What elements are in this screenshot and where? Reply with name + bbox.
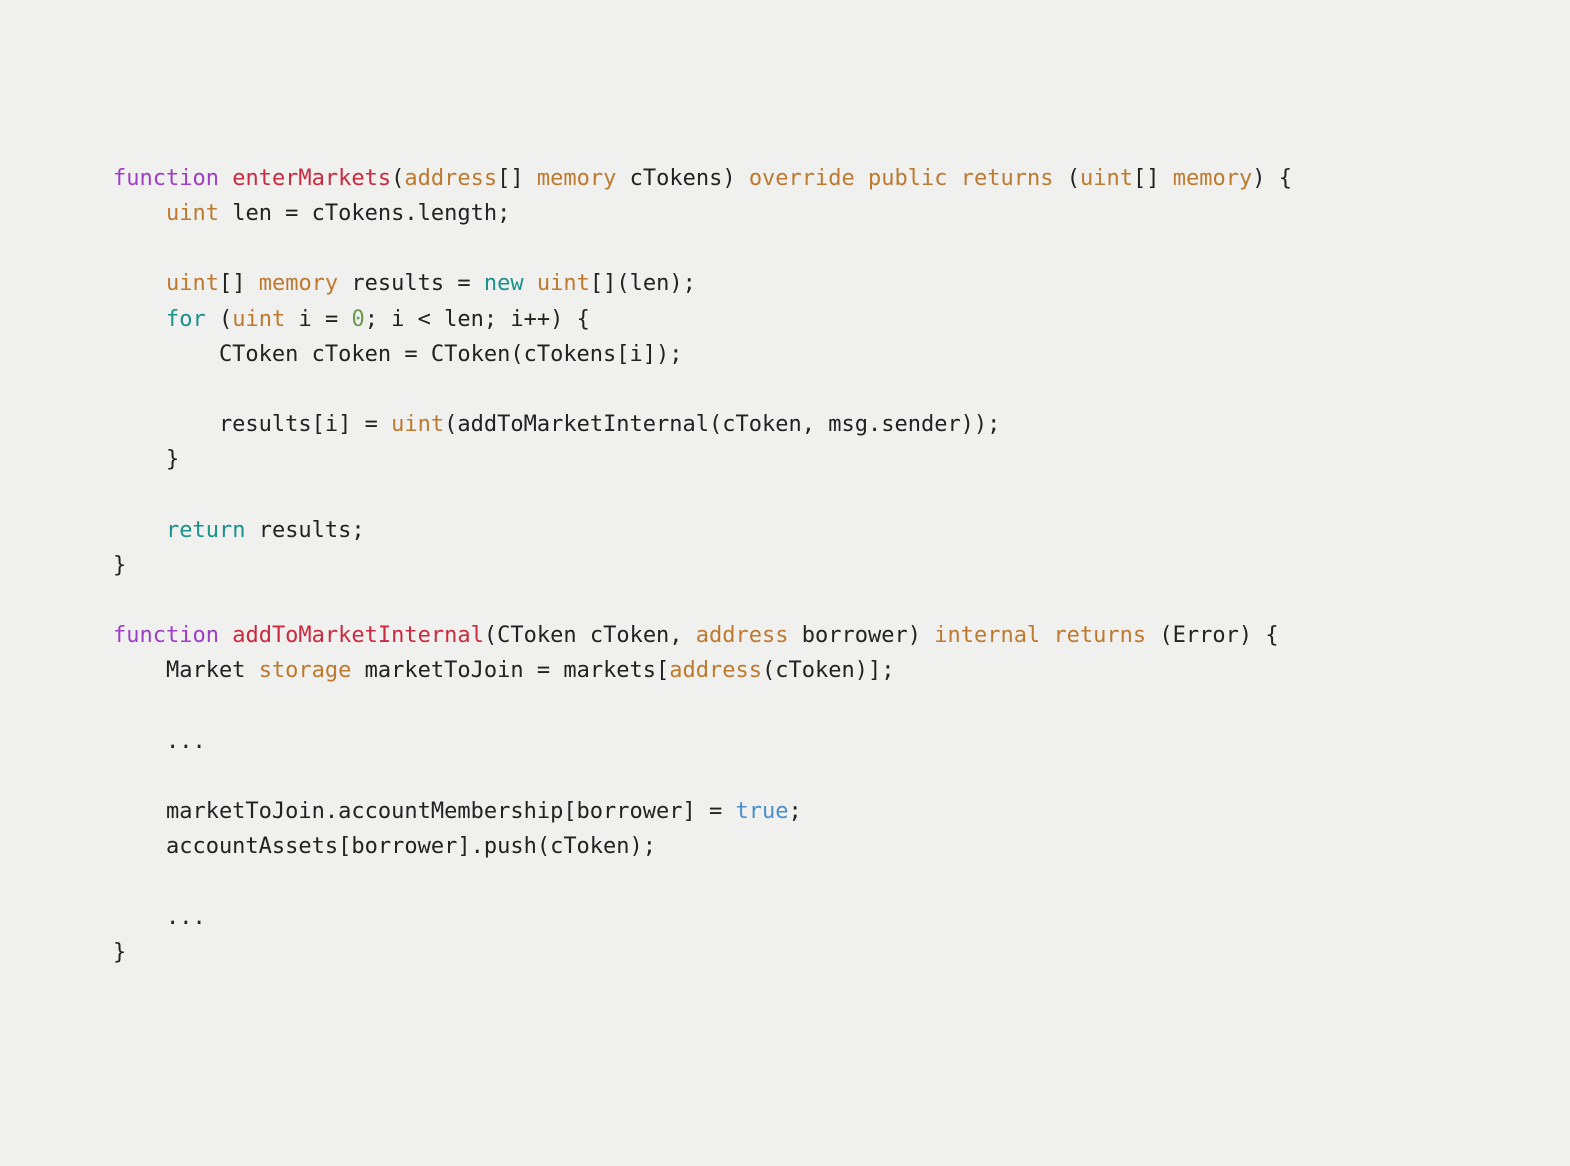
code-token: function — [113, 166, 219, 191]
code-token: ... — [60, 905, 206, 930]
code-token: i = — [285, 307, 351, 332]
code-token: override — [749, 166, 855, 191]
code-token: } — [60, 940, 126, 965]
code-token: uint — [537, 271, 590, 296]
code-token: return — [166, 518, 245, 543]
code-token: } — [60, 447, 179, 472]
code-token — [1040, 623, 1053, 648]
code-token: ; — [789, 799, 802, 824]
code-token: Market — [60, 658, 259, 683]
code-token: (addToMarketInternal(cToken, msg.sender)… — [444, 412, 1000, 437]
code-token: for — [166, 307, 206, 332]
code-token: uint — [166, 271, 219, 296]
code-token: marketToJoin.accountMembership[borrower]… — [60, 799, 736, 824]
code-token: marketToJoin = markets[ — [351, 658, 669, 683]
code-token: uint — [391, 412, 444, 437]
code-token: enterMarkets — [232, 166, 391, 191]
code-token: uint — [166, 201, 219, 226]
code-token: len = cTokens.length; — [219, 201, 510, 226]
code-token — [524, 271, 537, 296]
code-token: addToMarketInternal — [232, 623, 484, 648]
code-token: memory — [537, 166, 616, 191]
code-token: ( — [1053, 166, 1080, 191]
code-token: address — [404, 166, 497, 191]
code-token: [] — [497, 166, 537, 191]
code-token: ) { — [1252, 166, 1292, 191]
code-token — [60, 307, 166, 332]
code-token: CToken cToken = CToken(cTokens[i]); — [60, 342, 683, 367]
code-token: uint — [232, 307, 285, 332]
code-token — [60, 518, 166, 543]
code-token: results; — [245, 518, 364, 543]
code-token: address — [696, 623, 789, 648]
code-token — [60, 201, 166, 226]
code-block: function enterMarkets(address[] memory c… — [60, 161, 1510, 970]
code-token: borrower) — [789, 623, 935, 648]
code-token — [60, 623, 113, 648]
code-token: ; i < len; i++) { — [365, 307, 590, 332]
code-token: [](len); — [590, 271, 696, 296]
code-token: 0 — [351, 307, 364, 332]
code-token — [855, 166, 868, 191]
code-token: (CToken cToken, — [484, 623, 696, 648]
code-token: uint — [1080, 166, 1133, 191]
code-token: true — [736, 799, 789, 824]
code-token: function — [113, 623, 219, 648]
code-token: storage — [259, 658, 352, 683]
code-token: results = — [338, 271, 484, 296]
code-token — [60, 271, 166, 296]
code-token — [60, 166, 113, 191]
code-token: new — [484, 271, 524, 296]
code-token: ... — [60, 729, 206, 754]
code-token: (cToken)]; — [762, 658, 894, 683]
code-token — [219, 623, 232, 648]
code-token: public — [868, 166, 947, 191]
code-token: ( — [206, 307, 233, 332]
code-token — [219, 166, 232, 191]
code-token: } — [60, 553, 126, 578]
code-token: ( — [391, 166, 404, 191]
code-token: returns — [961, 166, 1054, 191]
code-token: (Error) { — [1146, 623, 1278, 648]
code-token: results[i] = — [60, 412, 391, 437]
code-token: memory — [259, 271, 338, 296]
code-token: [] — [1133, 166, 1173, 191]
code-token: cTokens) — [616, 166, 748, 191]
code-token: returns — [1053, 623, 1146, 648]
code-token: address — [669, 658, 762, 683]
code-token — [948, 166, 961, 191]
code-token: internal — [934, 623, 1040, 648]
code-token: [] — [219, 271, 259, 296]
code-token: memory — [1173, 166, 1252, 191]
